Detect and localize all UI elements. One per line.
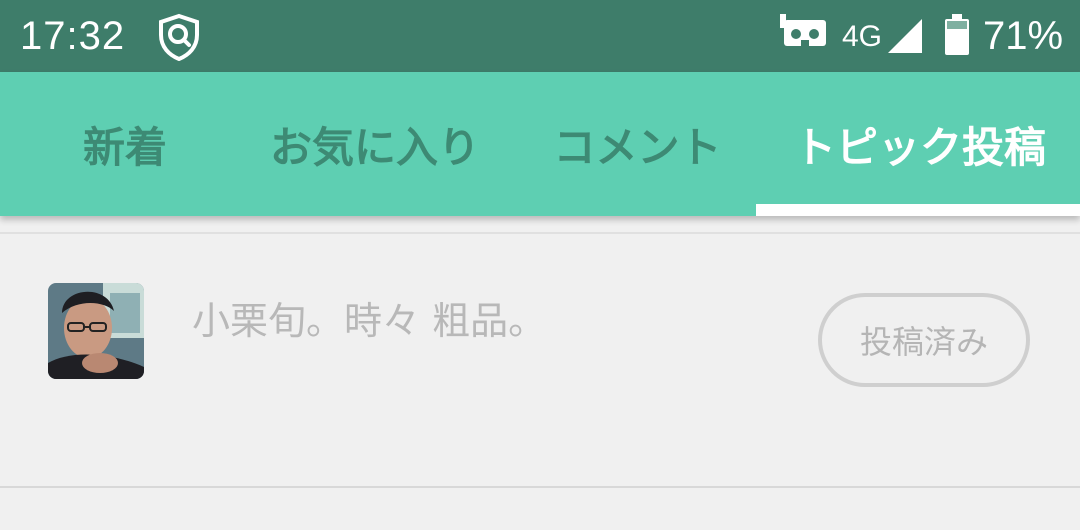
tab-comments[interactable]: コメント [530,72,745,216]
tab-favorites[interactable]: お気に入り [250,72,500,216]
posted-status-button[interactable]: 投稿済み [818,293,1030,387]
divider [0,486,1080,488]
status-bar: 17:32 4G 71% [0,0,1080,72]
shield-search-icon [159,13,199,61]
tab-topic-posts[interactable]: トピック投稿 [775,72,1065,216]
tab-bar: 新着 お気に入り コメント トピック投稿 [0,72,1080,216]
user-avatar-photo [48,283,144,379]
list-item[interactable]: 小栗旬。時々 粗品。 投稿済み [0,234,1080,486]
vr-headset-icon [780,14,826,48]
signal-icon [888,19,922,53]
status-time: 17:32 [20,14,126,58]
battery-icon [945,14,969,55]
network-type: 4G [842,20,883,53]
topic-list: 小栗旬。時々 粗品。 投稿済み [0,216,1080,530]
tab-new[interactable]: 新着 [40,72,210,216]
battery-percent: 71% [983,14,1064,58]
avatar[interactable] [48,283,144,379]
topic-text: 小栗旬。時々 粗品。 [192,299,547,343]
active-tab-indicator [756,204,1080,216]
